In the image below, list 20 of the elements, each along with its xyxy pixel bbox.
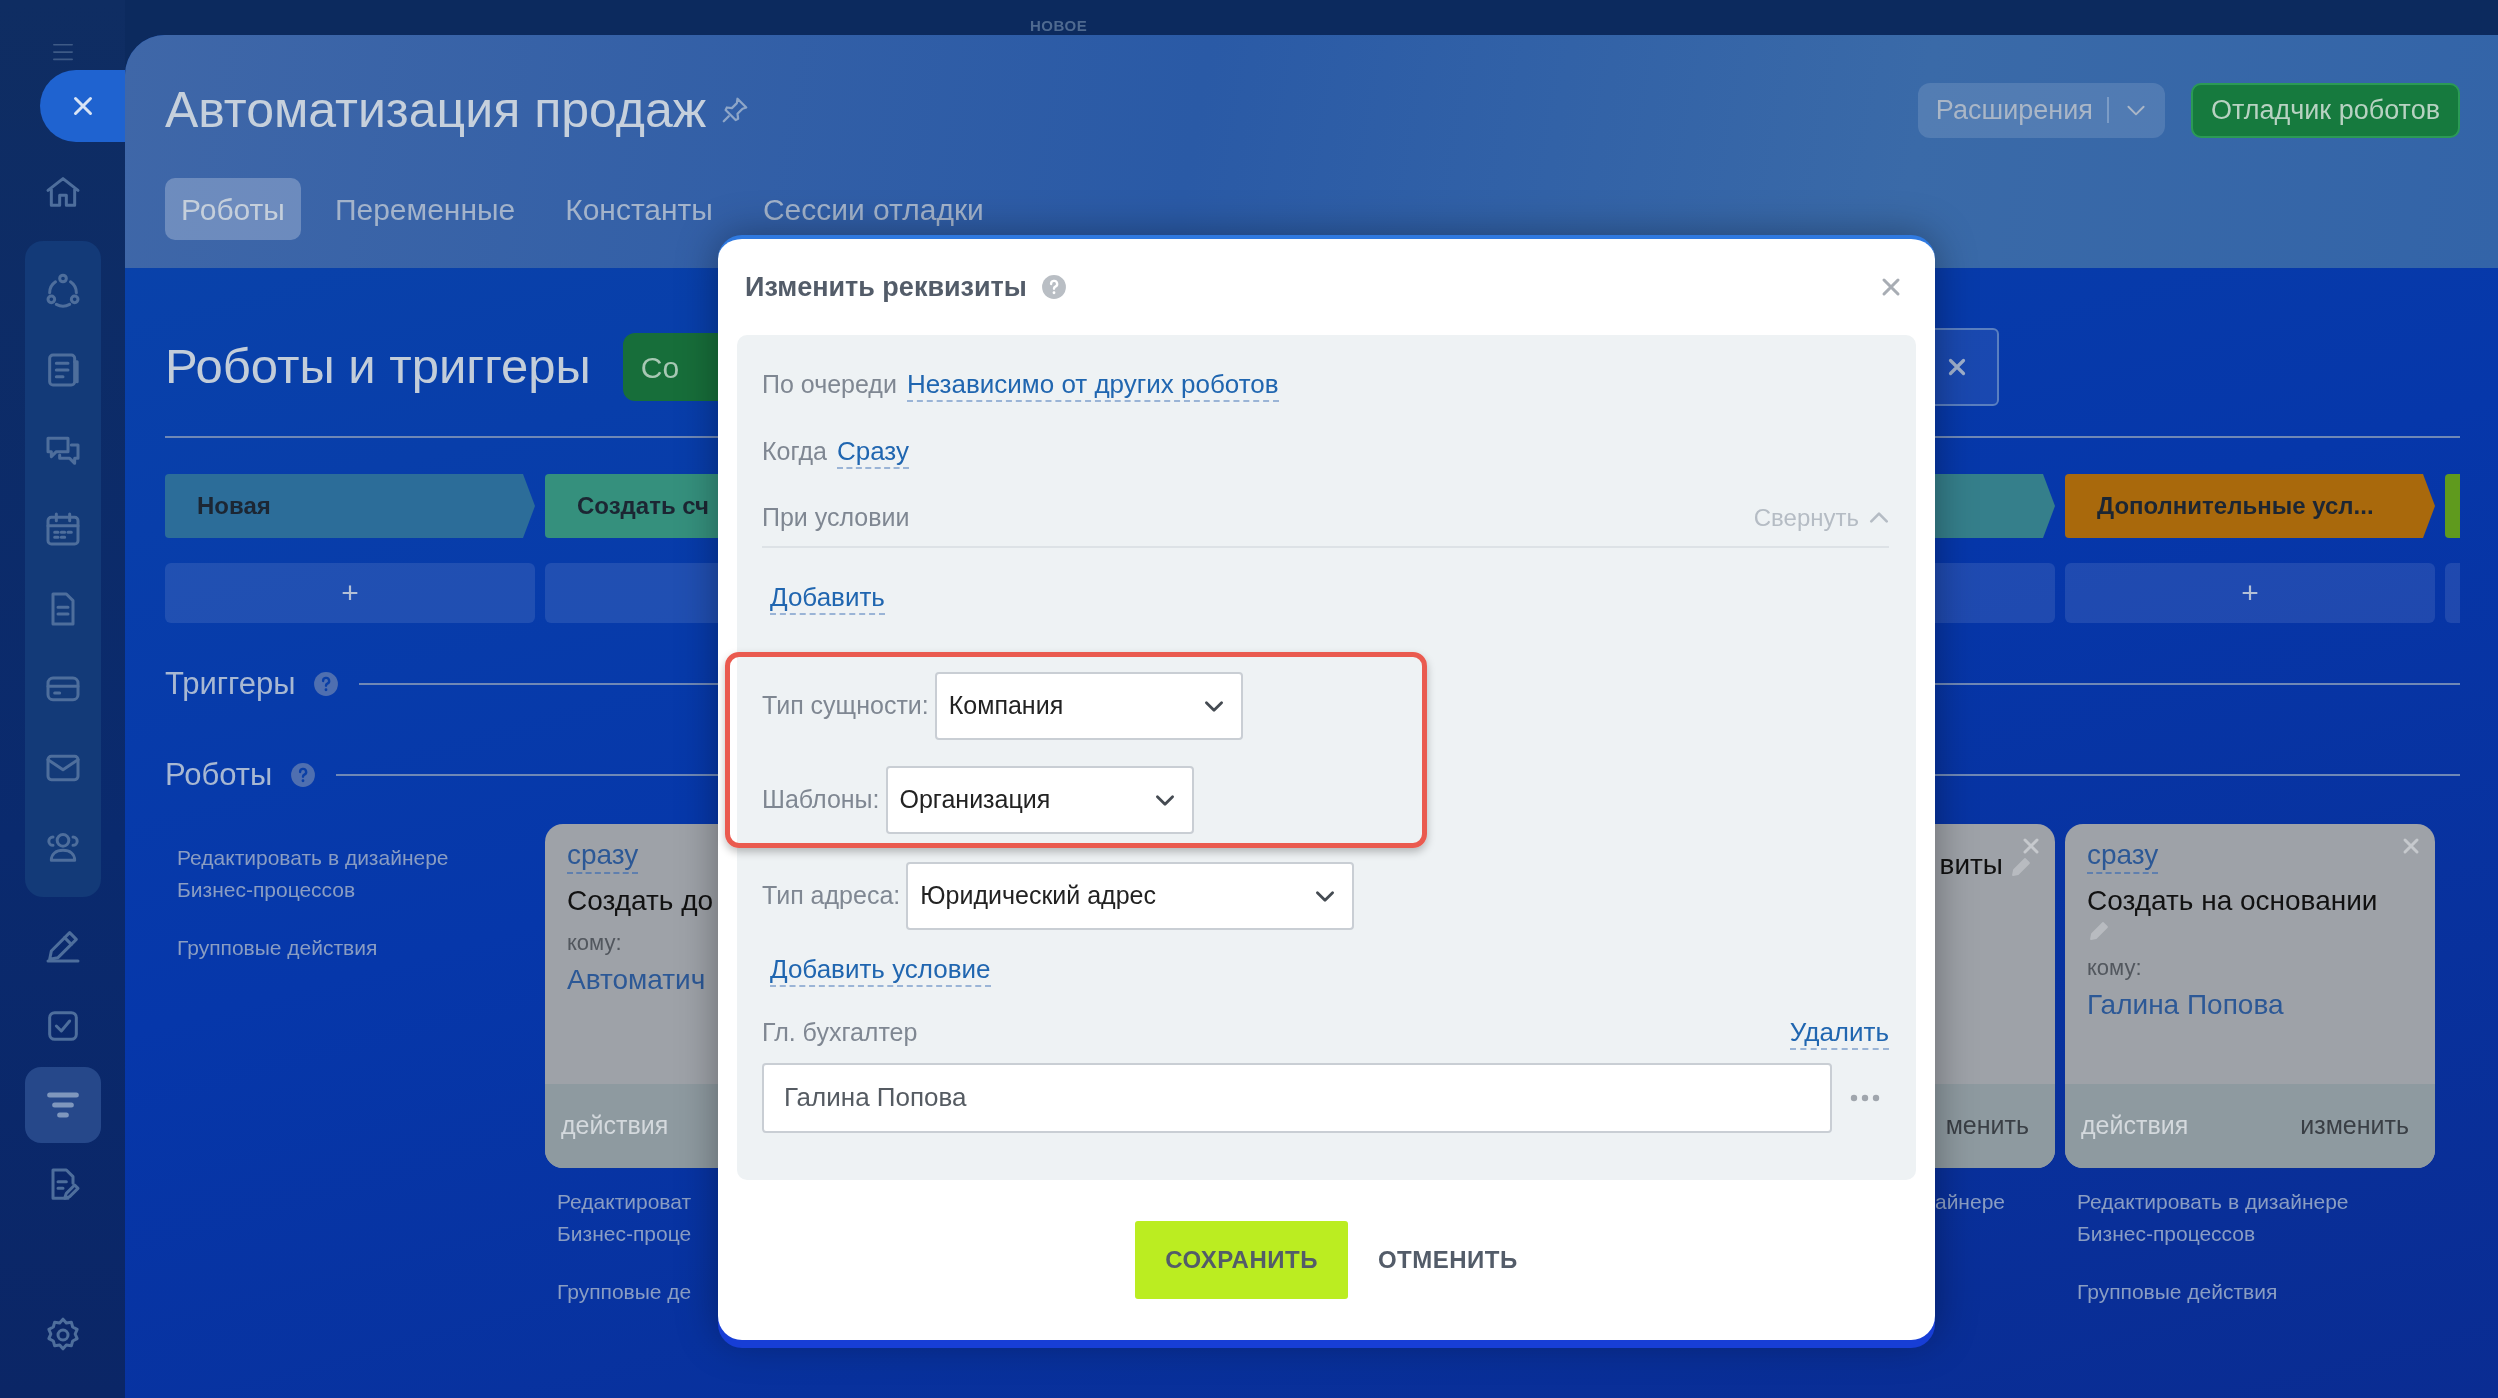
- page-title: Автоматизация продаж: [165, 81, 707, 140]
- field-label: Когда: [762, 436, 827, 468]
- robot-title: виты: [1939, 849, 2003, 880]
- dialog-title: Изменить реквизиты: [745, 270, 1027, 304]
- field-label: Шаблоны:: [762, 783, 880, 815]
- section-heading: Роботы: [165, 755, 273, 794]
- field-label: Гл. бухгалтер: [762, 1016, 918, 1048]
- recipient-label: кому:: [567, 929, 623, 957]
- new-label: НОВОЕ: [1030, 17, 1088, 34]
- section-title: Роботы и триггеры: [165, 338, 591, 396]
- recipient-label: кому:: [2087, 953, 2143, 982]
- field-label: Тип адреса:: [762, 879, 901, 911]
- actions-label: действия: [561, 1110, 669, 1142]
- robot-title: Создать до: [567, 885, 714, 916]
- field-label: Тип сущности:: [762, 689, 929, 721]
- actions-label: действия: [2081, 1110, 2189, 1142]
- field-label: По очереди: [762, 369, 897, 401]
- field-label: При условии: [762, 502, 910, 533]
- section-heading: Триггеры: [165, 665, 296, 703]
- robot-title: Создать на основании: [2087, 885, 2378, 916]
